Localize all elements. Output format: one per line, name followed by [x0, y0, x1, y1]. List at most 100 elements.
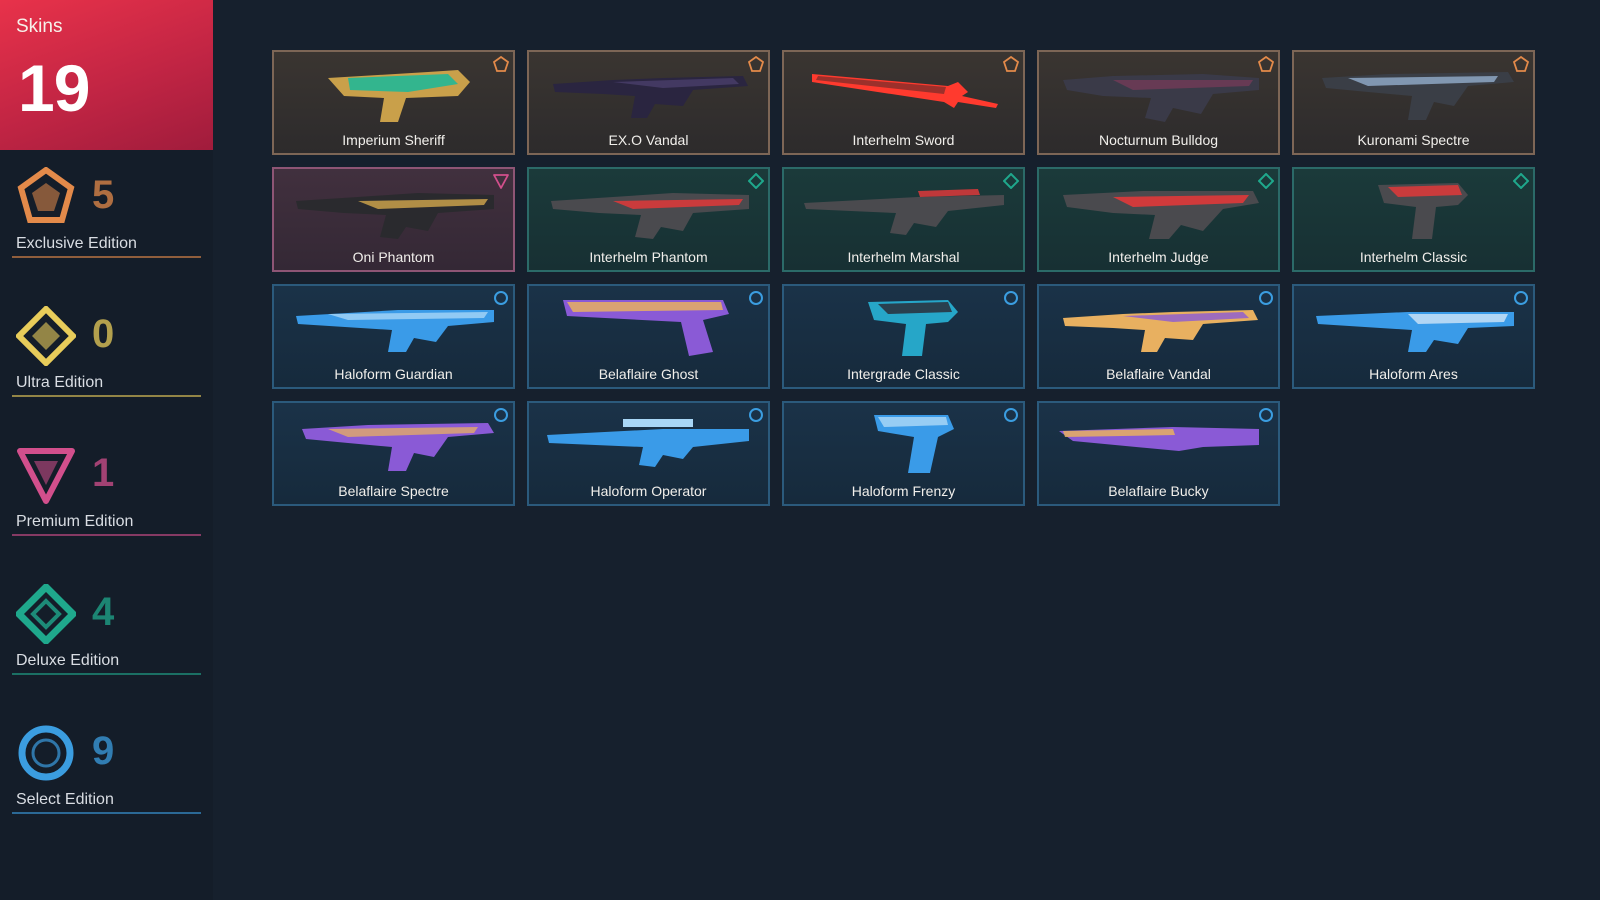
select-edition-badge-icon: [1003, 290, 1019, 306]
skin-name: Interhelm Phantom: [589, 249, 708, 265]
ghost-icon: [563, 300, 729, 356]
operator-icon: [547, 419, 749, 467]
sword-icon: [812, 74, 998, 108]
deluxe-edition-badge-icon: [1257, 172, 1275, 190]
premium-edition-icon: [16, 445, 76, 505]
exclusive-edition-icon: [16, 166, 76, 227]
skin-name: Interhelm Classic: [1359, 249, 1468, 265]
sidebar: Skins 19 5 Exclusive Edition 0 Ultra Edi…: [0, 0, 213, 900]
skin-name: Imperium Sheriff: [342, 132, 445, 148]
tier-divider: [12, 395, 201, 397]
tier-divider: [12, 256, 201, 258]
tier-premium[interactable]: 1 Premium Edition: [12, 433, 201, 545]
tier-count: 1: [92, 451, 115, 495]
exclusive-edition-badge-icon: [747, 55, 765, 72]
phantom-icon: [551, 193, 749, 239]
tier-name: Exclusive Edition: [16, 235, 137, 252]
vandal-icon: [553, 76, 748, 118]
skin-card[interactable]: Interhelm Judge: [1037, 167, 1280, 272]
skin-card[interactable]: Nocturnum Bulldog: [1037, 50, 1280, 155]
skin-name: Belaflaire Spectre: [338, 483, 449, 499]
tier-count: 0: [92, 312, 115, 356]
skin-name: Intergrade Classic: [847, 366, 960, 382]
deluxe-edition-icon: [14, 582, 78, 646]
tier-ultra[interactable]: 0 Ultra Edition: [12, 294, 201, 406]
skins-count: 19: [18, 51, 90, 125]
spectre-icon: [302, 423, 494, 471]
sheriff-icon: [328, 70, 470, 122]
ultra-edition-icon: [14, 304, 78, 368]
exclusive-edition-badge-icon: [1512, 55, 1530, 72]
skin-name: Interhelm Judge: [1108, 249, 1209, 265]
skin-name: Nocturnum Bulldog: [1098, 132, 1219, 148]
select-edition-icon: [16, 723, 76, 783]
deluxe-edition-badge-icon: [1002, 172, 1020, 190]
skin-name: Belaflaire Bucky: [1108, 483, 1209, 499]
vandal-icon: [1063, 310, 1258, 352]
deluxe-edition-badge-icon: [747, 172, 765, 190]
tier-select[interactable]: 9 Select Edition: [12, 711, 201, 823]
judge-icon: [1063, 191, 1259, 239]
select-edition-badge-icon: [748, 290, 764, 306]
exclusive-edition-badge-icon: [1002, 55, 1020, 72]
skin-card[interactable]: Haloform Guardian: [272, 284, 515, 389]
tier-divider: [12, 812, 201, 814]
tier-name: Deluxe Edition: [16, 652, 120, 669]
classic-icon: [868, 300, 958, 356]
skin-name: Haloform Operator: [590, 483, 707, 499]
bucky-icon: [1059, 427, 1259, 451]
skin-card[interactable]: Intergrade Classic: [782, 284, 1025, 389]
skin-name: Oni Phantom: [352, 249, 435, 265]
select-edition-badge-icon: [493, 407, 509, 423]
tier-name: Ultra Edition: [16, 374, 104, 391]
skin-name: Belaflaire Ghost: [598, 366, 699, 382]
tier-divider: [12, 673, 201, 675]
tier-name: Select Edition: [16, 791, 114, 808]
skin-card[interactable]: Belaflaire Bucky: [1037, 401, 1280, 506]
skin-card[interactable]: Interhelm Classic: [1292, 167, 1535, 272]
skin-name: Kuronami Spectre: [1357, 132, 1470, 148]
skin-card[interactable]: Imperium Sheriff: [272, 50, 515, 155]
skins-label: Skins: [16, 16, 63, 37]
guardian-icon: [296, 310, 494, 352]
skin-card[interactable]: EX.O Vandal: [527, 50, 770, 155]
skin-card[interactable]: Belaflaire Spectre: [272, 401, 515, 506]
skin-card[interactable]: Haloform Frenzy: [782, 401, 1025, 506]
ares-icon: [1316, 312, 1514, 352]
skin-name: Belaflaire Vandal: [1106, 366, 1211, 382]
tier-divider: [12, 534, 201, 536]
tier-exclusive[interactable]: 5 Exclusive Edition: [12, 155, 201, 267]
phantom-icon: [296, 193, 494, 239]
skin-card[interactable]: Haloform Ares: [1292, 284, 1535, 389]
tier-count: 5: [92, 173, 115, 217]
exclusive-edition-badge-icon: [492, 55, 510, 72]
skin-name: Haloform Ares: [1369, 366, 1458, 382]
skin-name: EX.O Vandal: [608, 132, 689, 148]
bulldog-icon: [1063, 74, 1259, 122]
skin-name: Interhelm Marshal: [847, 249, 960, 265]
skin-card[interactable]: Interhelm Marshal: [782, 167, 1025, 272]
skin-name: Interhelm Sword: [852, 132, 955, 148]
select-edition-badge-icon: [748, 407, 764, 423]
tier-count: 4: [92, 590, 115, 634]
skin-card[interactable]: Interhelm Phantom: [527, 167, 770, 272]
select-edition-badge-icon: [1258, 407, 1274, 423]
premium-edition-badge-icon: [493, 173, 509, 189]
select-edition-badge-icon: [493, 290, 509, 306]
skin-card[interactable]: Interhelm Sword: [782, 50, 1025, 155]
skin-card[interactable]: Kuronami Spectre: [1292, 50, 1535, 155]
skin-card[interactable]: Belaflaire Ghost: [527, 284, 770, 389]
tier-count: 9: [92, 729, 115, 773]
skins-total-panel: Skins 19: [0, 0, 213, 150]
select-edition-badge-icon: [1003, 407, 1019, 423]
spectre-icon: [1322, 72, 1514, 120]
exclusive-edition-badge-icon: [1257, 55, 1275, 72]
tier-deluxe[interactable]: 4 Deluxe Edition: [12, 572, 201, 684]
deluxe-edition-badge-icon: [1512, 172, 1530, 190]
skin-card[interactable]: Oni Phantom: [272, 167, 515, 272]
classic-icon: [1378, 183, 1468, 239]
skin-card[interactable]: Belaflaire Vandal: [1037, 284, 1280, 389]
frenzy-icon: [874, 415, 954, 473]
skin-card[interactable]: Haloform Operator: [527, 401, 770, 506]
marshal-icon: [804, 189, 1004, 235]
